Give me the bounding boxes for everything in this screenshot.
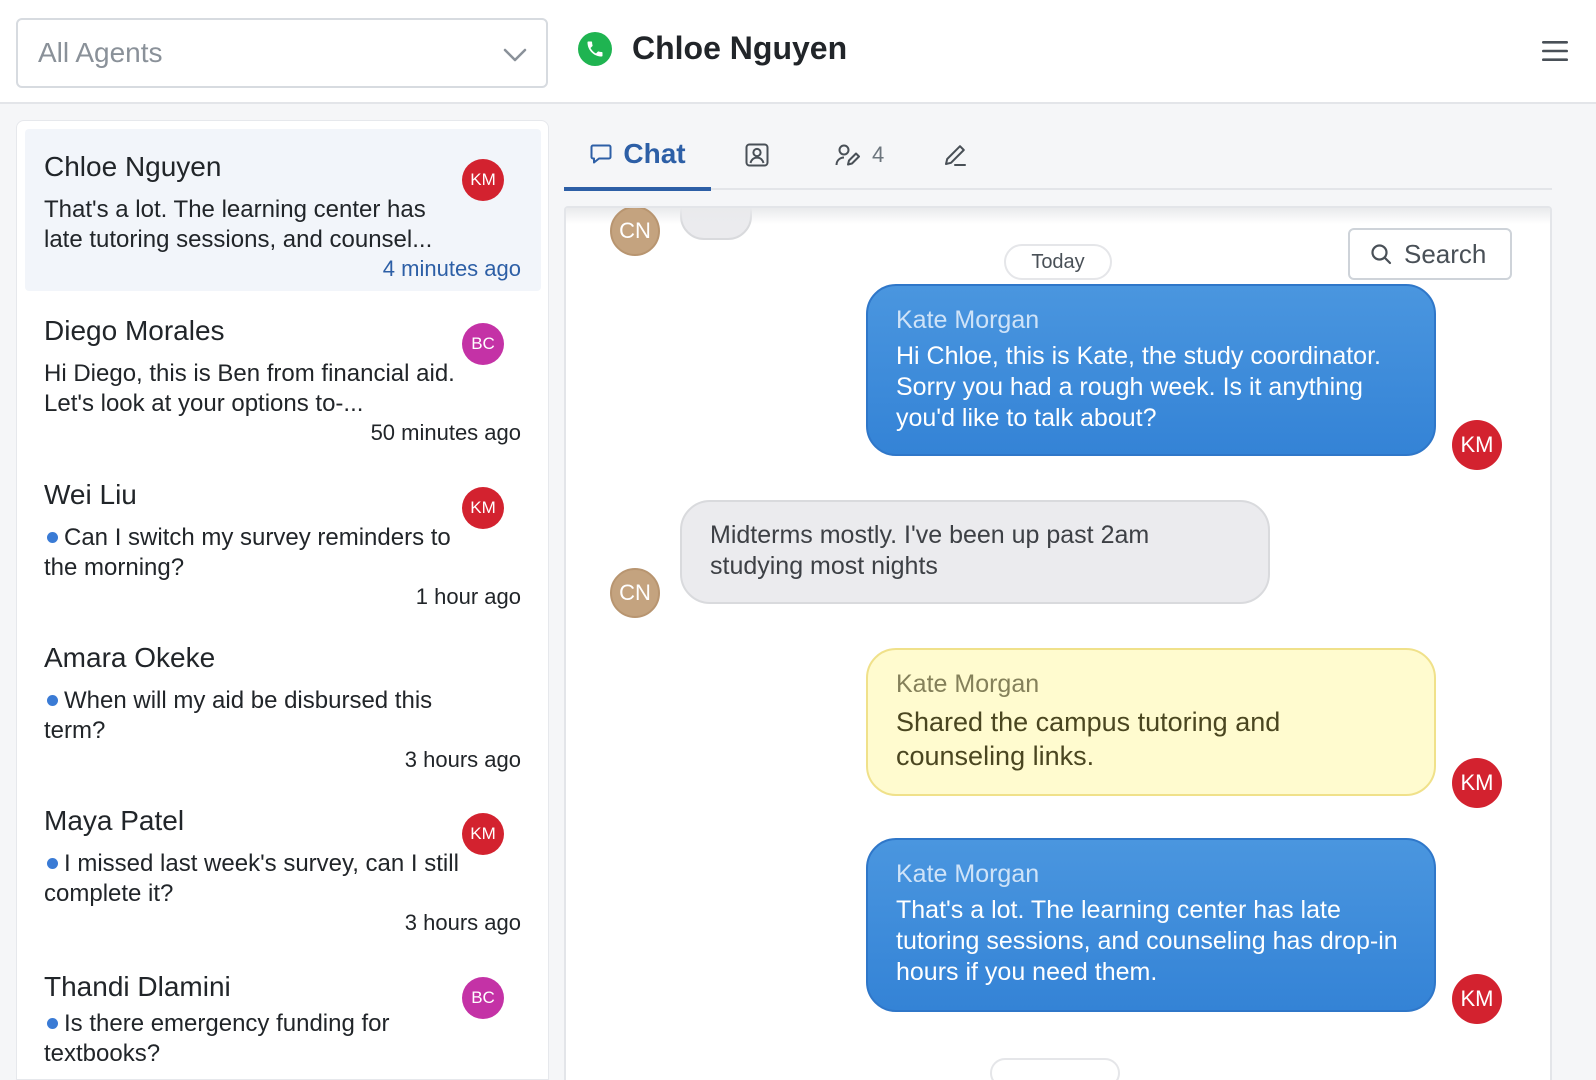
agent-message: Kate Morgan That's a lot. The learning c… <box>866 838 1436 1012</box>
conversation-time: 1 hour ago <box>415 584 521 609</box>
message-sender: Kate Morgan <box>896 860 1040 888</box>
user-edit-icon <box>835 144 860 166</box>
conversation-time: 3 hours ago <box>404 910 521 935</box>
date-divider: Today <box>1004 244 1112 280</box>
tab-chat-label: Chat <box>623 137 686 169</box>
contact-header: Chloe Nguyen <box>578 30 847 67</box>
message-text: Midterms mostly. I've been up past 2am s… <box>710 521 1150 580</box>
agent-badge: KM <box>462 813 504 855</box>
conversation-list: Chloe Nguyen That's a lot. The learning … <box>16 120 549 1080</box>
unread-dot <box>47 694 58 706</box>
conversation-preview: Can I switch my survey reminders to the … <box>44 524 451 581</box>
conversation-item[interactable]: Amara Okeke When will my aid be disburse… <box>25 620 541 782</box>
chevron-down-icon <box>503 48 527 62</box>
contact-avatar: CN <box>610 208 660 256</box>
agent-badge: BC <box>462 323 504 365</box>
message-sender: Kate Morgan <box>896 670 1040 698</box>
search-icon <box>1371 244 1392 265</box>
search-label: Search <box>1404 238 1487 269</box>
conversation-preview: I missed last week's survey, can I still… <box>44 850 459 907</box>
agent-avatar: KM <box>1452 974 1502 1024</box>
contact-avatar: CN <box>610 568 660 618</box>
conversation-preview: Is there emergency funding for textbooks… <box>44 1010 390 1067</box>
conversation-name: Diego Morales <box>44 315 225 346</box>
message-text: That's a lot. The learning center has la… <box>896 896 1398 986</box>
agent-filter-select[interactable]: All Agents <box>16 18 548 88</box>
phone-icon[interactable] <box>578 31 612 66</box>
tab-contact[interactable] <box>744 120 776 190</box>
agent-avatar: KM <box>1452 420 1502 470</box>
contact-name: Chloe Nguyen <box>632 30 848 66</box>
conversation-preview: That's a lot. The learning center has la… <box>44 196 433 253</box>
conversation-item[interactable]: Maya Patel I missed last week's survey, … <box>25 783 541 945</box>
conversation-time: 4 minutes ago <box>382 256 521 281</box>
conversation-tabs: Chat 4 <box>564 120 1552 191</box>
assignee-count: 4 <box>872 142 885 167</box>
message-text: Shared the campus tutoring and counselin… <box>896 707 1281 771</box>
scroll-fade <box>566 208 1550 224</box>
chat-bubble-icon <box>590 144 612 163</box>
contact-message: Midterms mostly. I've been up past 2am s… <box>680 500 1270 604</box>
top-bar: All Agents Chloe Nguyen <box>0 0 1596 104</box>
unread-dot <box>47 1017 58 1029</box>
conversation-name: Maya Patel <box>44 805 185 836</box>
conversation-name: Chloe Nguyen <box>44 151 222 182</box>
message-sender: Kate Morgan <box>896 306 1040 334</box>
conversation-time: 50 minutes ago <box>370 420 521 445</box>
conversation-preview: When will my aid be disbursed this term? <box>44 687 433 744</box>
conversation-item[interactable]: Diego Morales Hi Diego, this is Ben from… <box>25 293 541 455</box>
unread-dot <box>47 857 58 869</box>
agent-badge: KM <box>462 159 504 201</box>
tab-chat[interactable]: Chat <box>564 120 711 191</box>
conversation-name: Amara Okeke <box>44 642 216 673</box>
conversation-item[interactable]: Wei Liu Can I switch my survey reminders… <box>25 457 541 619</box>
agent-avatar: KM <box>1452 758 1502 808</box>
conversation-name: Wei Liu <box>44 479 137 510</box>
conversation-item[interactable]: Thandi Dlamini Is there emergency fundin… <box>25 947 541 1079</box>
agent-badge: KM <box>462 487 504 529</box>
hamburger-menu-icon[interactable] <box>1540 38 1570 64</box>
message-text: Hi Chloe, this is Kate, the study coordi… <box>896 342 1381 432</box>
tab-assignees[interactable]: 4 <box>834 120 894 190</box>
conversation-name: Thandi Dlamini <box>44 971 231 1002</box>
contact-card-icon <box>745 143 769 167</box>
pencil-icon <box>945 145 966 166</box>
conversation-item[interactable]: Chloe Nguyen That's a lot. The learning … <box>25 129 541 291</box>
search-messages-button[interactable]: Search <box>1348 228 1512 280</box>
date-divider-partial <box>990 1058 1120 1080</box>
chat-panel[interactable]: CN Today Search Kate Morgan Hi Chloe, th… <box>564 206 1552 1080</box>
agent-filter-value: All Agents <box>38 37 163 68</box>
conversation-time: 3 hours ago <box>404 747 521 772</box>
tab-notes[interactable] <box>942 120 972 190</box>
agent-message: Kate Morgan Hi Chloe, this is Kate, the … <box>866 284 1436 456</box>
agent-badge: BC <box>462 977 504 1019</box>
internal-note: Kate Morgan Shared the campus tutoring a… <box>866 648 1436 796</box>
conversation-preview: Hi Diego, this is Ben from financial aid… <box>44 360 455 417</box>
unread-dot <box>47 531 58 543</box>
